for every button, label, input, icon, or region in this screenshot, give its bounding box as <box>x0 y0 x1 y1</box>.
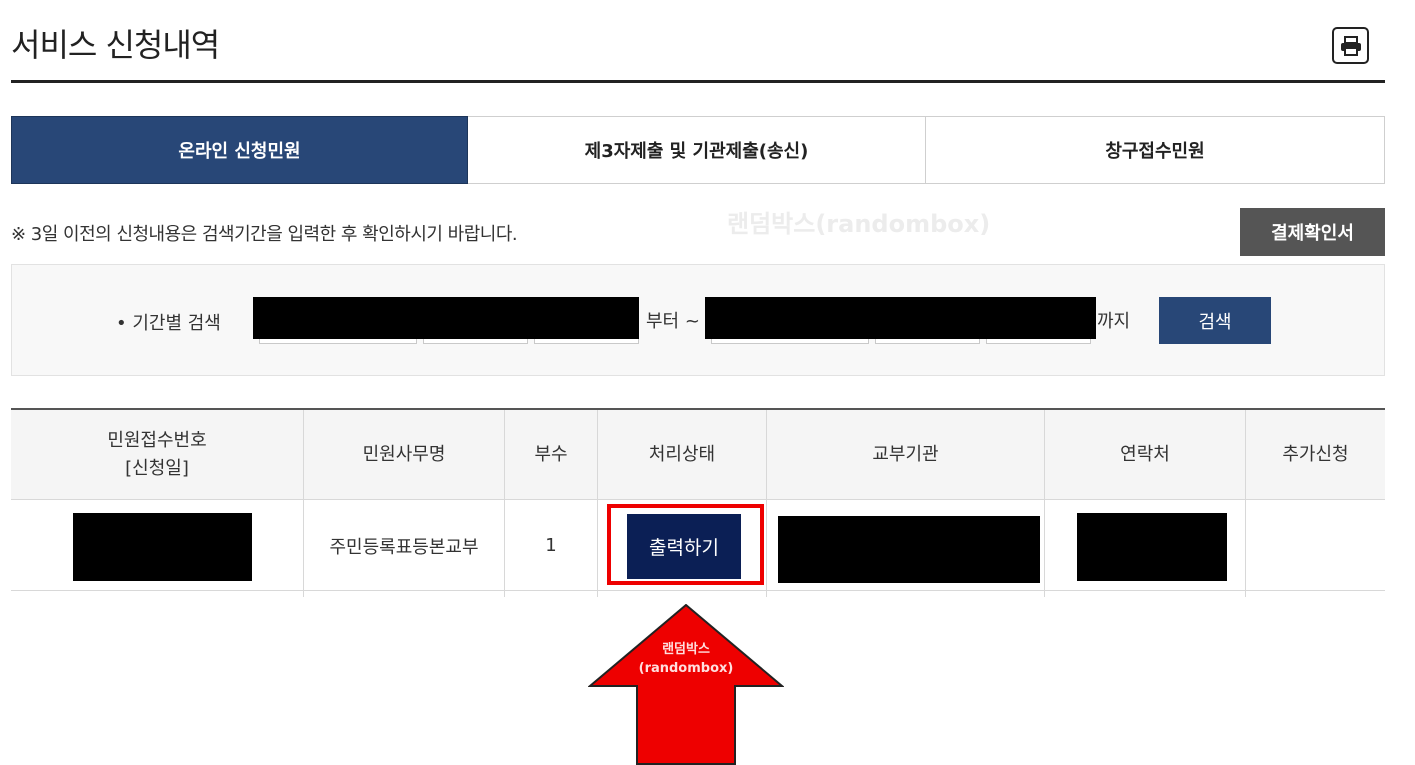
header-application-date-label: [신청일] <box>125 458 189 479</box>
until-label: 까지 <box>1097 311 1131 332</box>
header-copies: 부수 <box>534 444 568 465</box>
printer-icon <box>1340 35 1361 56</box>
watermark: 랜덤박스(randombox) <box>727 210 991 238</box>
row-divider <box>11 590 1385 591</box>
payment-receipt-button[interactable]: 결제확인서 <box>1240 208 1385 256</box>
header-issuing-agency: 교부기관 <box>872 444 939 465</box>
redacted-contact <box>1077 513 1227 581</box>
table-row-service-name: 주민등록표등본교부 <box>329 536 479 558</box>
tab-third-party-submission[interactable]: 제3자제출 및 기관제출(송신) <box>468 116 926 184</box>
tab-online-applications[interactable]: 온라인 신청민원 <box>11 116 468 184</box>
print-output-button[interactable]: 출력하기 <box>627 514 741 579</box>
redacted-receipt-number <box>73 513 252 581</box>
from-label: 부터 ~ <box>646 311 700 332</box>
header-contact: 연락처 <box>1120 444 1170 465</box>
table-row-copies: 1 <box>545 535 557 556</box>
redacted-issuing-agency <box>778 516 1040 583</box>
title-divider <box>11 80 1385 83</box>
print-button[interactable] <box>1332 27 1369 64</box>
search-button[interactable]: 검색 <box>1159 297 1271 344</box>
header-receipt-number: 민원접수번호 [신청일] <box>11 410 303 500</box>
annotation-label-line2: (randombox) <box>638 661 734 676</box>
tab-counter-applications[interactable]: 창구접수민원 <box>926 116 1385 184</box>
search-notice: ※ 3일 이전의 신청내용은 검색기간을 입력한 후 확인하시기 바랍니다. <box>11 224 518 245</box>
redacted-to-date <box>705 297 1096 339</box>
header-receipt-number-label: 민원접수번호 <box>107 430 207 451</box>
redacted-from-date <box>253 297 639 339</box>
period-search-label: • 기간별 검색 <box>116 313 221 334</box>
header-service-name: 민원사무명 <box>362 444 446 465</box>
header-additional-request: 추가신청 <box>1282 444 1349 465</box>
page-title: 서비스 신청내역 <box>11 26 220 64</box>
annotation-label: 랜덤박스 (randombox) <box>588 640 784 678</box>
header-status: 처리상태 <box>648 444 716 465</box>
annotation-label-line1: 랜덤박스 <box>662 642 710 657</box>
annotation-arrow-icon <box>588 604 784 765</box>
